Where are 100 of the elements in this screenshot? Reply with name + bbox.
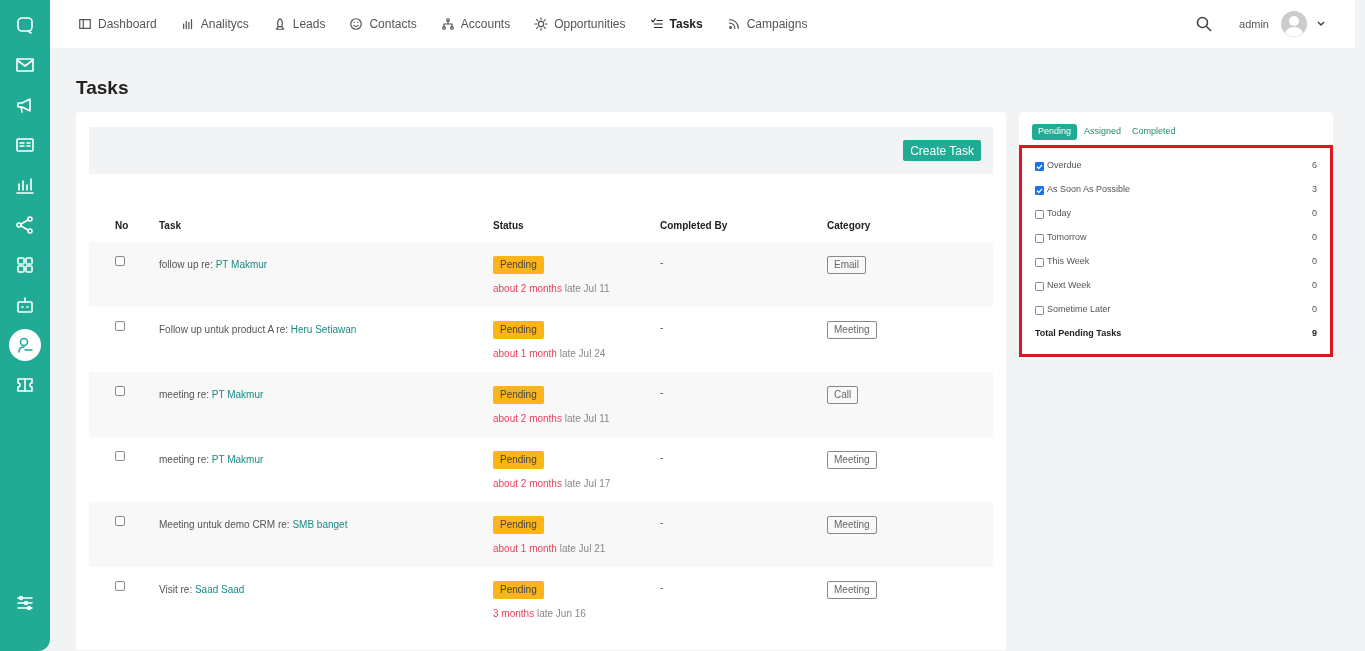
due-text: 3 months late Jun 16 bbox=[493, 607, 586, 621]
status-badge: Pending bbox=[493, 321, 544, 339]
sidebar-item[interactable] bbox=[9, 329, 41, 361]
checkbox[interactable] bbox=[1035, 305, 1044, 315]
checkbox[interactable] bbox=[1035, 257, 1044, 267]
task-list-icon bbox=[649, 17, 664, 31]
task-title: meeting re: PT Makmur bbox=[159, 454, 264, 465]
grid-icon bbox=[15, 255, 35, 275]
completed-by: - bbox=[660, 322, 664, 333]
category-tag: Meeting bbox=[827, 321, 877, 339]
related-link[interactable]: Saad Saad bbox=[194, 584, 245, 595]
filter-label: Overdue bbox=[1047, 159, 1082, 173]
category-tag: Meeting bbox=[827, 451, 877, 469]
nav-link[interactable]: Opportunities bbox=[534, 15, 626, 33]
status-badge: Pending bbox=[493, 581, 544, 599]
nav-link[interactable]: Dashboard bbox=[78, 15, 157, 33]
category-tag: Email bbox=[827, 256, 866, 274]
filter-label: As Soon As Possible bbox=[1047, 183, 1131, 197]
task-title: Meeting untuk demo CRM re: SMB banget bbox=[159, 519, 348, 530]
task-title: Visit re: Saad Saad bbox=[159, 584, 245, 595]
task-title: Follow up untuk product A re: Heru Setiawan bbox=[159, 324, 357, 335]
related-link[interactable]: SMB banget bbox=[292, 519, 348, 530]
task-title: follow up re: PT Makmur bbox=[159, 259, 268, 270]
filter-count: 6 bbox=[1312, 159, 1317, 173]
filter-count: 3 bbox=[1312, 183, 1317, 197]
bar-chart-icon bbox=[180, 17, 195, 31]
completed-by: - bbox=[660, 582, 664, 593]
nav-link[interactable]: Contacts bbox=[349, 15, 417, 33]
category-tag: Meeting bbox=[827, 516, 877, 534]
due-text: about 1 month late Jul 24 bbox=[493, 347, 606, 361]
filter-count: 0 bbox=[1312, 303, 1317, 317]
chevron-down-icon[interactable] bbox=[1317, 21, 1325, 27]
due-text: about 2 months late Jul 17 bbox=[493, 477, 611, 491]
completed-by: - bbox=[660, 387, 664, 398]
filter-count: 0 bbox=[1312, 255, 1317, 269]
row-checkbox[interactable] bbox=[115, 516, 125, 526]
column-header: Status bbox=[493, 209, 660, 242]
user-name[interactable]: admin bbox=[1239, 15, 1269, 33]
completed-by: - bbox=[660, 452, 664, 463]
user-icon bbox=[15, 335, 35, 355]
create-task-button[interactable]: Create Task bbox=[903, 140, 981, 161]
status-badge: Pending bbox=[493, 386, 544, 404]
nav-link[interactable]: Campaigns bbox=[726, 15, 808, 33]
column-header: Category bbox=[827, 209, 993, 242]
category-tag: Call bbox=[827, 386, 859, 404]
mail-icon bbox=[15, 55, 35, 75]
sun-icon bbox=[534, 17, 549, 31]
total-label: Total Pending Tasks bbox=[1035, 327, 1122, 341]
column-header: Task bbox=[159, 209, 493, 242]
checkbox[interactable] bbox=[1035, 161, 1044, 171]
related-link[interactable]: PT Makmur bbox=[211, 454, 264, 465]
completed-by: - bbox=[660, 517, 664, 528]
share-icon bbox=[15, 215, 35, 235]
related-link[interactable]: PT Makmur bbox=[215, 259, 268, 270]
due-text: about 2 months late Jul 11 bbox=[493, 282, 610, 296]
filter-label: Sometime Later bbox=[1047, 303, 1111, 317]
due-text: about 1 month late Jul 21 bbox=[493, 542, 606, 556]
layout-icon bbox=[78, 17, 92, 31]
filter-tab[interactable]: Assigned bbox=[1080, 124, 1126, 140]
filter-count: 0 bbox=[1312, 279, 1317, 293]
filter-label: This Week bbox=[1047, 255, 1090, 269]
nav-link[interactable]: Analitycs bbox=[180, 15, 249, 33]
related-link[interactable]: Heru Setiawan bbox=[290, 324, 357, 335]
checkbox[interactable] bbox=[1035, 281, 1044, 291]
nav-link[interactable]: Accounts bbox=[440, 15, 511, 33]
total-count: 9 bbox=[1312, 327, 1317, 341]
filter-tab[interactable]: Completed bbox=[1128, 124, 1180, 140]
status-badge: Pending bbox=[493, 451, 544, 469]
related-link[interactable]: PT Makmur bbox=[211, 389, 264, 400]
smiley-icon bbox=[349, 17, 364, 31]
page-title: Tasks bbox=[76, 76, 130, 100]
ticket-icon bbox=[15, 375, 35, 395]
filter-count: 0 bbox=[1312, 207, 1317, 221]
nav-link[interactable]: Tasks bbox=[649, 15, 703, 33]
robot-icon bbox=[15, 295, 35, 315]
search-icon[interactable] bbox=[1196, 16, 1213, 32]
chat-icon bbox=[15, 15, 35, 35]
settings-icon[interactable] bbox=[15, 593, 35, 613]
checkbox[interactable] bbox=[1035, 185, 1044, 195]
completed-by: - bbox=[660, 257, 664, 268]
row-checkbox[interactable] bbox=[115, 321, 125, 331]
id-card-icon bbox=[15, 135, 35, 155]
status-badge: Pending bbox=[493, 256, 544, 274]
row-checkbox[interactable] bbox=[115, 581, 125, 591]
nav-link[interactable]: Leads bbox=[272, 15, 326, 33]
filter-label: Tomorrow bbox=[1047, 231, 1087, 245]
due-text: about 2 months late Jul 11 bbox=[493, 412, 610, 426]
filter-tab[interactable]: Pending bbox=[1032, 124, 1078, 140]
rss-icon bbox=[726, 17, 741, 31]
bar-chart-icon bbox=[15, 175, 35, 195]
category-tag: Meeting bbox=[827, 581, 877, 599]
row-checkbox[interactable] bbox=[115, 256, 125, 266]
row-checkbox[interactable] bbox=[115, 386, 125, 396]
column-header: Completed By bbox=[660, 209, 827, 242]
hierarchy-icon bbox=[440, 17, 455, 31]
row-checkbox[interactable] bbox=[115, 451, 125, 461]
checkbox[interactable] bbox=[1035, 233, 1044, 243]
filter-label: Today bbox=[1047, 207, 1072, 221]
status-badge: Pending bbox=[493, 516, 544, 534]
checkbox[interactable] bbox=[1035, 209, 1044, 219]
